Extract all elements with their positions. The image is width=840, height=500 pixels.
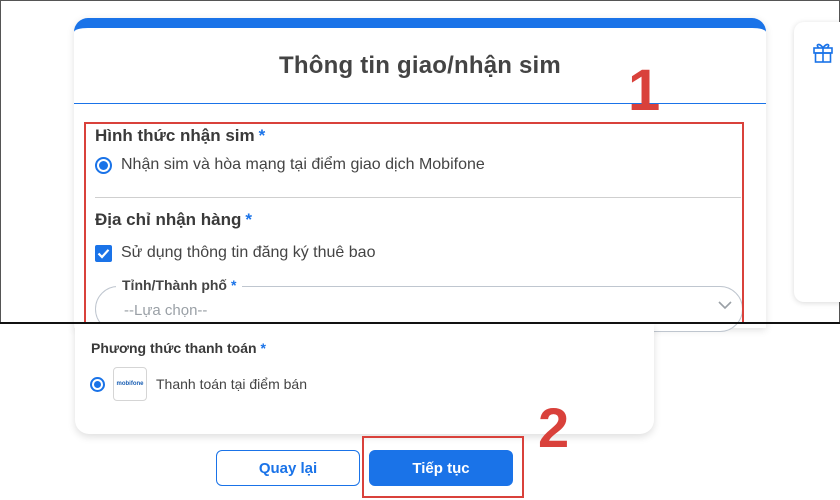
gift-icon[interactable] (812, 40, 834, 64)
side-card (794, 22, 840, 302)
back-button[interactable]: Quay lại (216, 450, 360, 486)
payment-method-label-text: Phương thức thanh toán (91, 340, 257, 356)
payment-option-radio[interactable] (90, 377, 105, 392)
screenshot-seam (0, 322, 840, 324)
radio-selected-dot (94, 381, 101, 388)
required-mark: * (260, 340, 266, 356)
payment-option-label: Thanh toán tại điểm bán (156, 376, 307, 392)
frame-border-top (0, 0, 840, 1)
annotation-number-2: 2 (538, 396, 570, 459)
annotation-number-1: 1 (628, 58, 661, 123)
payment-method-label: Phương thức thanh toán * (91, 340, 266, 356)
annotation-box-1 (84, 122, 744, 324)
page-title: Thông tin giao/nhận sim (279, 52, 561, 79)
title-underline (74, 103, 766, 104)
mobifone-logo: mobifone (113, 367, 147, 401)
annotation-box-2 (362, 436, 524, 498)
frame-border-left (0, 0, 1, 324)
